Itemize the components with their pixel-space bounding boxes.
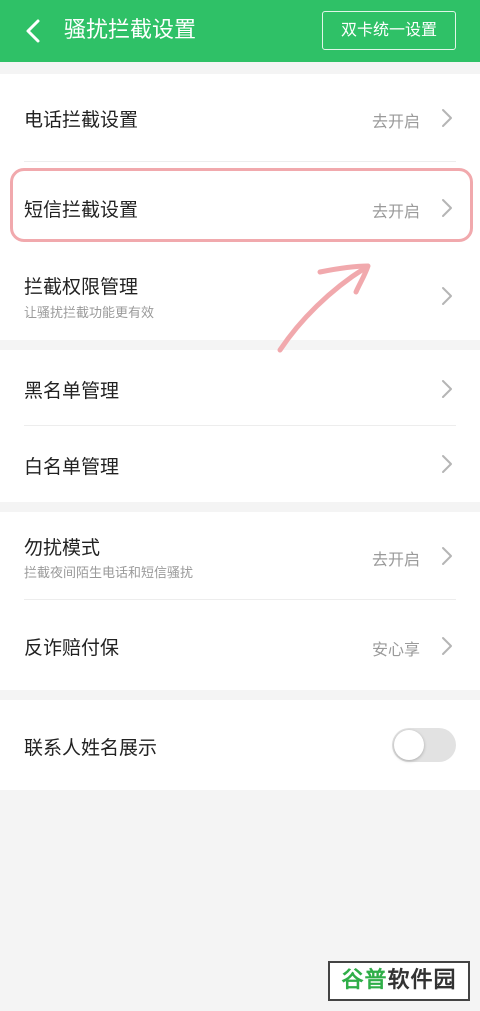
anti-fraud-row[interactable]: 反诈赔付保 安心享 xyxy=(0,600,480,690)
chevron-left-icon xyxy=(26,19,40,43)
anti-fraud-title: 反诈赔付保 xyxy=(24,637,120,659)
watermark-part1: 谷普 xyxy=(341,968,388,993)
chevron-right-icon xyxy=(440,545,454,567)
block-permission-row[interactable]: 拦截权限管理 让骚扰拦截功能更有效 xyxy=(0,250,480,340)
do-not-disturb-row[interactable]: 勿扰模式 拦截夜间陌生电话和短信骚扰 去开启 xyxy=(0,512,480,600)
back-button[interactable] xyxy=(20,16,48,46)
chevron-right-icon xyxy=(440,285,454,307)
anti-fraud-status: 安心享 xyxy=(371,640,420,659)
dnd-title: 勿扰模式 xyxy=(24,537,101,559)
sms-row-highlight xyxy=(10,168,473,242)
watermark-part2: 软件园 xyxy=(387,968,457,993)
toggle-knob xyxy=(394,730,424,760)
app-header: 骚扰拦截设置 双卡统一设置 xyxy=(0,0,480,62)
block-permission-title: 拦截权限管理 xyxy=(24,276,139,298)
whitelist-title: 白名单管理 xyxy=(24,456,120,478)
block-permission-subtitle: 让骚扰拦截功能更有效 xyxy=(24,306,155,321)
whitelist-row[interactable]: 白名单管理 xyxy=(0,426,480,502)
contact-name-toggle[interactable] xyxy=(392,728,456,762)
contact-name-title: 联系人姓名展示 xyxy=(24,737,158,759)
watermark-logo: 谷普软件园 xyxy=(328,961,470,1001)
blacklist-title: 黑名单管理 xyxy=(24,380,120,402)
contact-name-display-row: 联系人姓名展示 xyxy=(0,700,480,790)
dnd-subtitle: 拦截夜间陌生电话和短信骚扰 xyxy=(24,566,194,581)
chevron-right-icon xyxy=(440,635,454,657)
call-block-title: 电话拦截设置 xyxy=(24,109,139,131)
chevron-right-icon xyxy=(440,453,454,475)
chevron-right-icon xyxy=(440,107,454,129)
chevron-right-icon xyxy=(440,378,454,400)
blacklist-row[interactable]: 黑名单管理 xyxy=(0,350,480,426)
call-block-settings-row[interactable]: 电话拦截设置 去开启 xyxy=(0,74,480,162)
dual-sim-settings-button[interactable]: 双卡统一设置 xyxy=(322,11,456,50)
dnd-status: 去开启 xyxy=(371,550,420,569)
page-title: 骚扰拦截设置 xyxy=(64,18,197,43)
call-block-status: 去开启 xyxy=(371,112,420,131)
